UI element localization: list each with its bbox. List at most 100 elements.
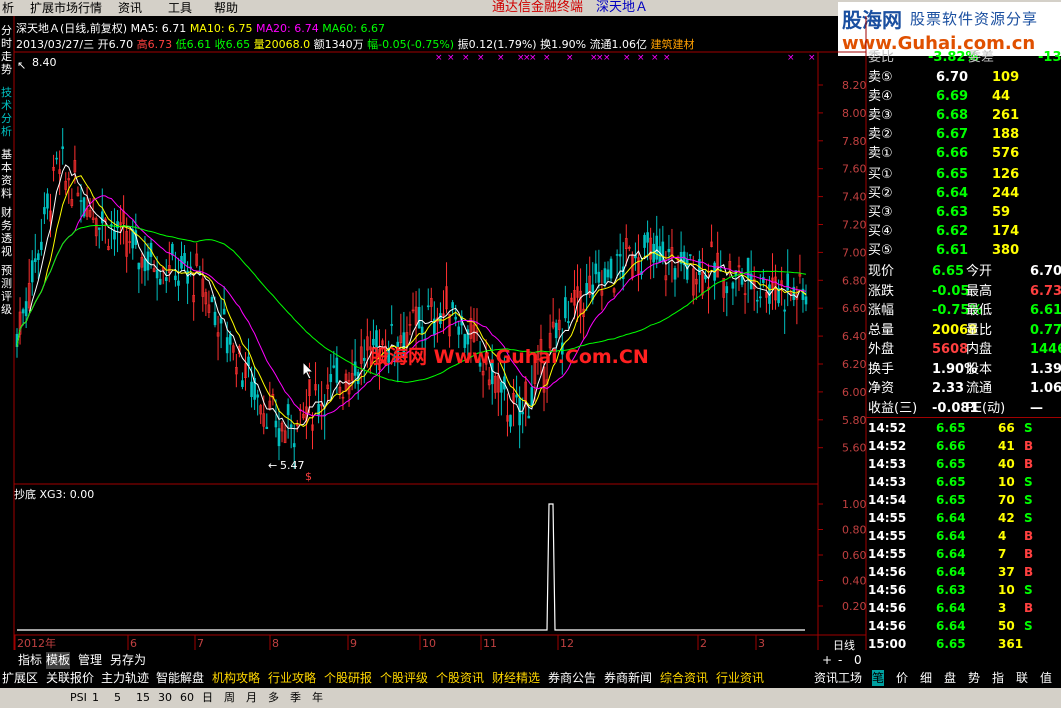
signal-marker: × <box>663 53 671 63</box>
period-button[interactable]: 周 <box>224 691 235 705</box>
panel-tab[interactable]: 联 <box>1016 670 1028 686</box>
bid-row: 买③ 6.63 59 <box>868 203 1061 222</box>
tick-time: 14:54 <box>868 493 907 507</box>
tick-time: 14:55 <box>868 511 907 525</box>
stat-value: 5608 <box>932 342 969 357</box>
candle-body <box>40 241 43 250</box>
ask-label: 卖① <box>868 146 893 161</box>
function-item[interactable]: 关联报价 <box>46 670 94 686</box>
candle-body <box>673 268 677 280</box>
tick-side: B <box>1024 601 1034 615</box>
tick-time: 14:56 <box>868 601 907 615</box>
candle-body <box>286 404 290 416</box>
price-tick-label: 8.00 <box>842 107 867 120</box>
period-button[interactable]: 1 <box>92 691 99 705</box>
news-workshop-button[interactable]: 资讯工场 <box>814 670 862 686</box>
price-axis: 8.20 8.00 7.80 7.60 7.40 7.20 7.00 6.80 6.60 6.40… <box>818 79 867 455</box>
candle-body <box>597 271 601 283</box>
period-button[interactable]: 30 <box>158 691 172 705</box>
panel-tab[interactable]: 细 <box>920 670 932 686</box>
panel-tab[interactable]: 值 <box>1040 670 1052 686</box>
function-item[interactable]: 主力轨迹 <box>101 670 149 686</box>
ratio-label: 委比 <box>868 50 895 65</box>
ask-volume: 109 <box>992 70 1020 85</box>
period-button[interactable]: 60 <box>180 691 194 705</box>
panel-tab[interactable]: 指 <box>992 670 1004 686</box>
price-tick-label: 6.60 <box>842 302 867 315</box>
period-button[interactable]: 5 <box>114 691 121 705</box>
ask-volume: 188 <box>992 127 1020 142</box>
zoom-reset-button[interactable]: 0 <box>854 652 862 669</box>
stat-row: 换手1.90%股本1.39亿 <box>868 360 1061 379</box>
function-item[interactable]: 财经精选 <box>492 670 540 686</box>
bid-price: 6.64 <box>936 186 969 201</box>
candle-body <box>804 296 808 305</box>
stat-value-2: 6.73 <box>1030 283 1061 299</box>
function-item[interactable]: 行业资讯 <box>716 670 764 686</box>
stat-label-2: 股本 <box>966 361 993 377</box>
candle-body <box>265 426 269 429</box>
panel-tab[interactable]: 势 <box>968 670 980 686</box>
price-tick-label: 6.80 <box>842 274 867 287</box>
time-tick-label: 8 <box>272 637 279 650</box>
period-button[interactable]: 月 <box>246 691 257 705</box>
tick-price: 6.64 <box>936 601 966 615</box>
function-item[interactable]: 个股评级 <box>380 670 428 686</box>
candle-body <box>213 311 217 326</box>
function-item[interactable]: 综合资讯 <box>660 670 708 686</box>
bid-row: 买④ 6.62 174 <box>868 222 1061 241</box>
candle-body <box>515 394 518 398</box>
ask-label: 卖③ <box>868 108 893 123</box>
period-button[interactable]: PSI <box>70 691 87 705</box>
price-tick-label: 6.40 <box>842 330 867 343</box>
candle-body <box>225 337 229 354</box>
signal-marker: × <box>808 53 816 63</box>
zoom-in-button[interactable]: + <box>822 652 832 669</box>
stat-value: 2.33 <box>932 381 965 396</box>
stat-label: 净资 <box>868 381 895 396</box>
function-item[interactable]: 智能解盘 <box>156 670 204 686</box>
function-item[interactable]: 扩展区 <box>2 670 38 686</box>
ask-price: 6.70 <box>936 70 969 85</box>
bid-volume: 244 <box>992 186 1020 201</box>
panel-tab[interactable]: 笔 <box>872 670 885 686</box>
candle-body <box>174 275 177 281</box>
tick-price: 6.65 <box>936 475 966 489</box>
tick-price: 6.66 <box>936 439 966 453</box>
panel-tab[interactable]: 价 <box>896 670 908 686</box>
period-button[interactable]: 年 <box>312 691 323 705</box>
candle-body <box>509 414 512 427</box>
candle-body <box>655 235 659 260</box>
panel-tab[interactable]: 盘 <box>944 670 956 686</box>
period-button[interactable]: 15 <box>136 691 150 705</box>
zoom-out-button[interactable]: - <box>838 652 842 669</box>
function-item[interactable]: 机构攻略 <box>212 670 260 686</box>
price-tick-label: 8.20 <box>842 79 867 92</box>
function-item[interactable]: 个股资讯 <box>436 670 484 686</box>
period-button[interactable]: 日 <box>202 691 213 705</box>
function-item[interactable]: 券商新闻 <box>604 670 652 686</box>
period-button[interactable]: 季 <box>290 691 301 705</box>
period-label[interactable]: 日线 <box>833 637 855 653</box>
tab-manage[interactable]: 管理 <box>78 652 102 669</box>
tab-template[interactable]: 模板 <box>46 652 71 669</box>
function-item[interactable]: 券商公告 <box>548 670 596 686</box>
function-item[interactable]: 行业攻略 <box>268 670 316 686</box>
period-button[interactable]: 多 <box>268 691 279 705</box>
function-item[interactable]: 个股研报 <box>324 670 372 686</box>
time-tick-label: 2 <box>700 637 707 650</box>
dollar-marker: $ <box>305 470 312 483</box>
candle-body <box>292 443 296 448</box>
tab-save-as[interactable]: 另存为 <box>110 652 146 669</box>
time-tick-label: 10 <box>422 637 436 650</box>
tick-volume: 10 <box>998 475 1015 489</box>
indicator-tick-label: 0.60 <box>842 549 867 562</box>
bid-price: 6.61 <box>936 243 969 258</box>
candle-body <box>24 301 28 317</box>
candle-body <box>210 296 214 303</box>
candle-body <box>329 374 333 383</box>
tab-indicator[interactable]: 指标 <box>18 652 42 669</box>
tick-time: 14:53 <box>868 475 907 489</box>
price-tick-label: 7.00 <box>842 246 867 259</box>
low-label: 5.47 <box>280 459 305 472</box>
